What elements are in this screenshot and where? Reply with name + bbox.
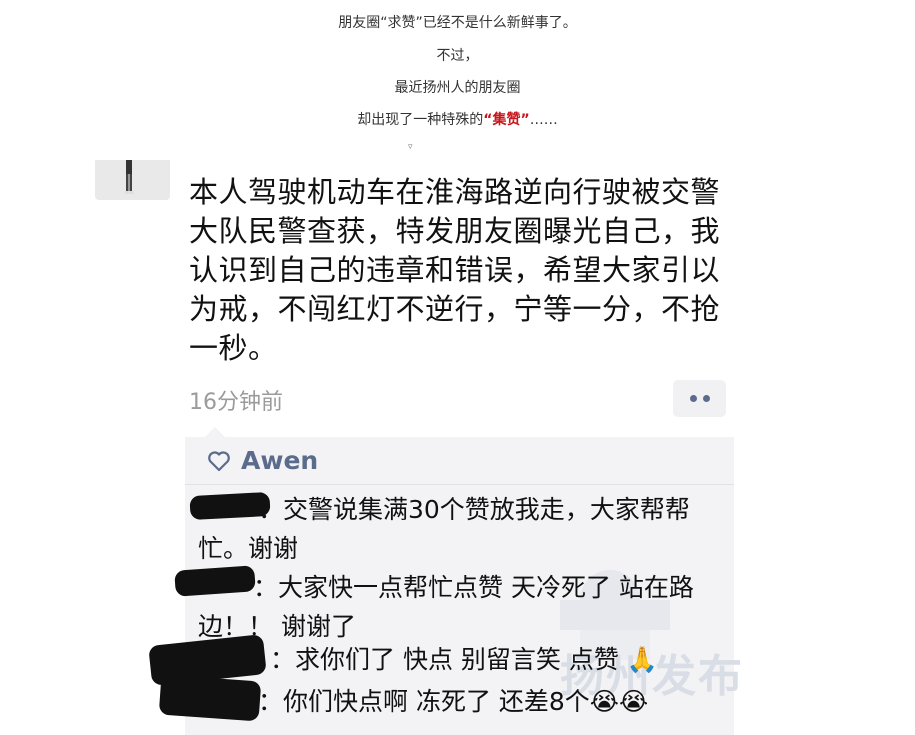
- down-arrow-icon: ▿: [408, 142, 413, 152]
- dot: [689, 395, 697, 402]
- comment-item: ：求你们了 快点 别留言笑 点赞 🙏: [198, 640, 728, 679]
- intro-line-2: 不过，: [436, 48, 479, 64]
- redaction-scribble: [174, 565, 256, 597]
- comment-text: ：大家快一点帮忙点赞 天冷死了 站在路边！！ 谢谢了: [198, 573, 694, 641]
- intro-line-4: 却出现了一种特殊的“集赞”……: [0, 109, 915, 129]
- more-dots-icon[interactable]: [673, 380, 726, 417]
- intro-line-1: 朋友圈“求赞”已经不是什么新鲜事了。: [338, 15, 577, 31]
- comment-item: ：你们快点啊 冻死了 还差8个😭😭: [198, 682, 728, 721]
- comment-text: ：你们快点啊 冻死了 还差8个😭😭: [258, 687, 649, 716]
- redaction-scribble: [189, 491, 271, 521]
- intro-line-3: 最近扬州人的朋友圈: [394, 80, 521, 96]
- dot: [702, 395, 710, 402]
- comment-text: ：交警说集满30个赞放我走，大家帮帮忙。谢谢: [198, 495, 690, 563]
- likes-row: Awen: [207, 446, 318, 475]
- comment-text: ：求你们了 快点 别留言笑 点赞 🙏: [270, 645, 658, 674]
- heart-outline-icon: [208, 450, 230, 471]
- avatar-figure-icon: [125, 160, 134, 194]
- intro-line-4-suffix: ……: [529, 112, 558, 128]
- comment-box-notch: [205, 427, 225, 437]
- intro-line-4-prefix: 却出现了一种特殊的: [357, 112, 484, 128]
- post-time: 16分钟前: [189, 390, 283, 415]
- liker-name[interactable]: Awen: [241, 446, 318, 475]
- redaction-scribble: [158, 674, 262, 722]
- likes-divider: [185, 484, 734, 485]
- intro-highlight: “集赞”: [483, 112, 530, 128]
- comment-item: ：交警说集满30个赞放我走，大家帮帮忙。谢谢: [198, 490, 728, 568]
- avatar[interactable]: [95, 160, 170, 200]
- post-text: 本人驾驶机动车在淮海路逆向行驶被交警大队民警查获，特发朋友圈曝光自己，我认识到自…: [189, 175, 721, 365]
- comment-item: ：大家快一点帮忙点赞 天冷死了 站在路边！！ 谢谢了: [198, 568, 728, 646]
